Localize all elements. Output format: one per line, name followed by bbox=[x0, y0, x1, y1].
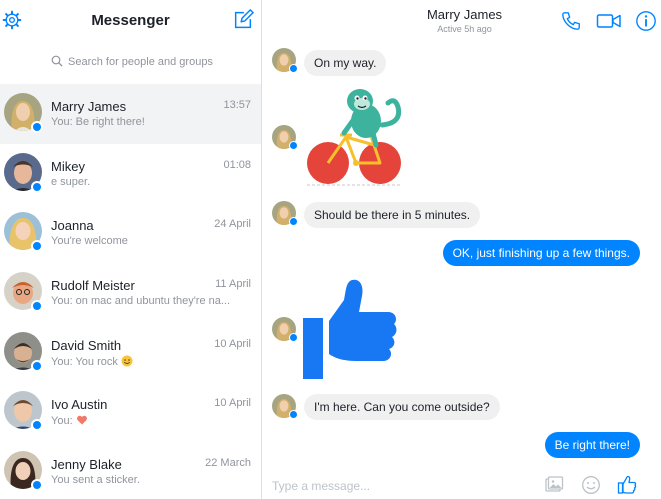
conversation-name: Joanna bbox=[51, 218, 94, 234]
messenger-badge-icon bbox=[31, 240, 43, 253]
conversation-item-mikey[interactable]: Mikey 01:08 e super. bbox=[0, 144, 261, 204]
message-bubble-outgoing: OK, just finishing up a few things. bbox=[442, 240, 640, 266]
messenger-badge-icon bbox=[289, 217, 298, 226]
conversation-preview: You: Be right there! bbox=[51, 116, 145, 128]
chat-header: Marry James Active 5h ago bbox=[262, 0, 661, 42]
messenger-badge-icon bbox=[31, 300, 43, 313]
search-icon bbox=[51, 55, 63, 67]
preview-text: You: bbox=[51, 415, 73, 428]
conversation-time: 22 March bbox=[205, 457, 251, 470]
messenger-badge-icon bbox=[289, 64, 298, 73]
phone-icon[interactable] bbox=[559, 10, 583, 32]
messenger-badge-icon bbox=[31, 180, 43, 193]
chat-panel: Marry James Active 5h ago On my way. Sho… bbox=[262, 0, 661, 499]
sidebar-header: Messenger bbox=[0, 0, 261, 44]
conversation-preview: You: on mac and ubuntu they're na... bbox=[51, 295, 231, 308]
messenger-badge-icon bbox=[289, 410, 298, 419]
conversation-item-jenny-blake[interactable]: Jenny Blake 22 March You sent a sticker. bbox=[0, 442, 261, 499]
conversation-name: Rudolf Meister bbox=[51, 278, 135, 294]
conversation-preview: You: You rock bbox=[51, 355, 251, 368]
conversation-time: 10 April bbox=[214, 397, 251, 410]
message-bubble-outgoing: Be right there! bbox=[544, 432, 640, 458]
video-camera-icon[interactable] bbox=[596, 10, 622, 32]
message-input[interactable]: Type a message... bbox=[272, 479, 370, 493]
conversation-item-rudolf-meister[interactable]: Rudolf Meister 11 April You: on mac and … bbox=[0, 263, 261, 323]
conversation-name: Marry James bbox=[51, 99, 127, 114]
conversation-time: 11 April bbox=[215, 278, 251, 291]
messenger-badge-icon bbox=[31, 121, 43, 133]
thumbs-up-sticker bbox=[303, 279, 397, 379]
conversation-sidebar: Messenger Search for people and groups M… bbox=[0, 0, 262, 499]
conversation-item-david-smith[interactable]: David Smith 10 April You: You rock bbox=[0, 323, 261, 383]
conversation-name: Mikey bbox=[51, 158, 85, 174]
messenger-badge-icon bbox=[289, 141, 298, 150]
compose-icon[interactable] bbox=[232, 9, 254, 31]
search-input[interactable]: Search for people and groups bbox=[68, 56, 213, 68]
message-bubble-incoming: I'm here. Can you come outside? bbox=[304, 394, 500, 420]
messenger-badge-icon bbox=[31, 419, 43, 432]
preview-text: You: You rock bbox=[51, 355, 118, 368]
info-icon[interactable] bbox=[634, 10, 658, 32]
messenger-badge-icon bbox=[289, 333, 298, 342]
conversation-preview: You: bbox=[51, 414, 251, 427]
messenger-badge-icon bbox=[31, 479, 43, 492]
conversation-list: Marry James 13:57 You: Be right there! M… bbox=[0, 84, 261, 499]
message-bubble-incoming: Should be there in 5 minutes. bbox=[304, 202, 481, 228]
emoji-icon[interactable] bbox=[581, 475, 601, 495]
app-title: Messenger bbox=[91, 12, 170, 29]
conversation-name: Jenny Blake bbox=[51, 457, 122, 473]
messenger-badge-icon bbox=[31, 359, 43, 372]
search-bar[interactable]: Search for people and groups bbox=[0, 49, 261, 77]
thumbs-up-icon[interactable] bbox=[617, 475, 637, 495]
conversation-item-joanna[interactable]: Joanna 24 April You're welcome bbox=[0, 203, 261, 263]
conversation-name: David Smith bbox=[51, 337, 122, 353]
conversation-time: 10 April bbox=[214, 337, 251, 350]
heart-emoji-icon bbox=[76, 416, 87, 425]
smile-emoji-icon bbox=[121, 355, 133, 367]
monkey-bicycle-sticker bbox=[307, 89, 402, 186]
conversation-preview: You sent a sticker. bbox=[51, 474, 140, 487]
message-composer[interactable]: Type a message... bbox=[262, 470, 661, 499]
conversation-name: Ivo Austin bbox=[51, 397, 108, 413]
conversation-item-marry-james[interactable]: Marry James 13:57 You: Be right there! bbox=[0, 84, 261, 144]
conversation-time: 13:57 bbox=[223, 99, 251, 111]
conversation-time: 01:08 bbox=[223, 158, 251, 171]
photo-icon[interactable] bbox=[544, 475, 564, 495]
conversation-time: 24 April bbox=[214, 218, 251, 231]
conversation-preview: e super. bbox=[51, 175, 91, 188]
conversation-item-ivo-austin[interactable]: Ivo Austin 10 April You: bbox=[0, 382, 261, 442]
conversation-preview: You're welcome bbox=[51, 235, 128, 248]
message-bubble-incoming: On my way. bbox=[304, 50, 387, 76]
